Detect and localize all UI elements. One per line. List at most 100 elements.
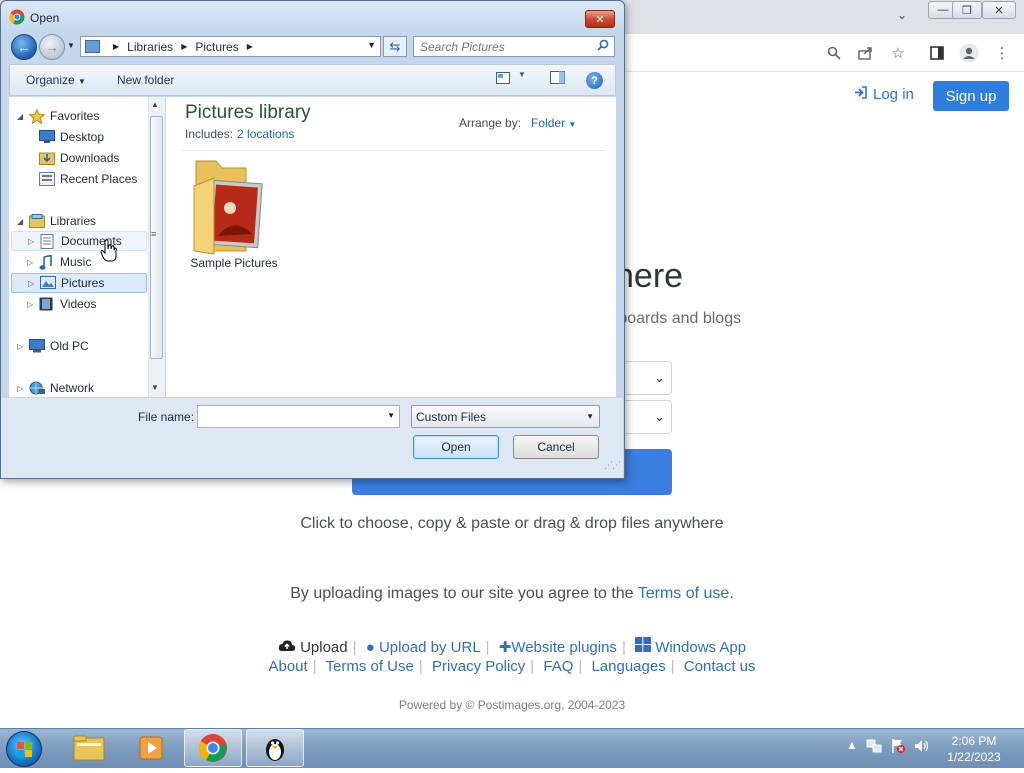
- login-link[interactable]: Log in: [854, 86, 914, 103]
- footer-languages[interactable]: Languages: [591, 658, 665, 675]
- puzzle-icon: ✚: [498, 639, 512, 656]
- organize-menu[interactable]: Organize ▼: [26, 73, 86, 87]
- file-name-combo[interactable]: ▼: [197, 405, 400, 428]
- footer-upload[interactable]: Upload: [300, 639, 348, 656]
- back-arrow-icon: ←: [17, 39, 31, 55]
- bookmark-star-icon[interactable]: ☆: [887, 42, 909, 64]
- includes-locations-link[interactable]: 2 locations: [237, 127, 294, 141]
- content-header-divider: [181, 150, 605, 151]
- restore-button[interactable]: ❐: [952, 1, 982, 19]
- breadcrumb-arrow-icon[interactable]: ▶: [113, 42, 119, 51]
- collapse-arrow-icon[interactable]: ◢: [17, 217, 27, 226]
- nav-recent-places[interactable]: Recent Places: [27, 169, 137, 189]
- file-name-label: File name:: [138, 410, 195, 424]
- expiration-select[interactable]: ⌄: [620, 361, 672, 395]
- footer-upload-by-url[interactable]: Upload by URL: [379, 639, 481, 656]
- nav-old-pc[interactable]: ▷ Old PC: [17, 336, 89, 356]
- expand-arrow-icon[interactable]: ▷: [27, 300, 37, 309]
- includes-label: Includes:: [185, 127, 234, 141]
- taskbar-chrome[interactable]: [184, 729, 242, 767]
- address-bar[interactable]: ▶ Libraries ▶ Pictures ▶ ▼: [80, 36, 381, 57]
- share-icon[interactable]: [855, 42, 877, 64]
- forward-button[interactable]: →: [39, 34, 65, 60]
- nav-pictures[interactable]: ▷ Pictures: [11, 273, 147, 293]
- breadcrumb-pictures[interactable]: Pictures: [195, 40, 238, 54]
- footer-about[interactable]: About: [268, 658, 307, 675]
- volume-icon[interactable]: [914, 738, 930, 757]
- footer-website-plugins[interactable]: Website plugins: [511, 639, 617, 656]
- resize-select[interactable]: ⌄: [620, 400, 672, 434]
- sample-pictures-label: Sample Pictures: [190, 256, 278, 270]
- expand-arrow-icon[interactable]: ▷: [28, 237, 38, 246]
- dialog-title-bar[interactable]: [1, 1, 624, 33]
- scroll-up-icon[interactable]: ▲: [151, 100, 159, 109]
- sample-pictures-folder[interactable]: [186, 156, 282, 272]
- footer-terms[interactable]: Terms of Use: [326, 658, 414, 675]
- expand-arrow-icon[interactable]: ▷: [27, 258, 37, 267]
- file-name-input[interactable]: [202, 409, 382, 424]
- file-type-select[interactable]: Custom Files ▼: [411, 405, 600, 428]
- back-button[interactable]: ←: [11, 34, 37, 60]
- profile-avatar-icon[interactable]: [958, 42, 980, 64]
- footer-windows-app[interactable]: Windows App: [655, 639, 746, 656]
- side-panel-icon[interactable]: [926, 42, 948, 64]
- computer-icon: [29, 339, 45, 353]
- scroll-down-icon[interactable]: ▼: [151, 383, 159, 392]
- arrange-value: Folder: [531, 116, 566, 130]
- nav-desktop[interactable]: Desktop: [27, 127, 104, 147]
- nav-downloads[interactable]: Downloads: [27, 148, 119, 168]
- footer-faq[interactable]: FAQ: [543, 658, 573, 675]
- chrome-icon: [198, 734, 227, 762]
- taskbar-explorer[interactable]: [60, 729, 118, 767]
- expand-arrow-icon[interactable]: ▷: [28, 279, 38, 288]
- search-box[interactable]: [413, 36, 615, 57]
- show-hidden-icons-arrow[interactable]: ▲: [846, 738, 858, 752]
- tab-search-chevron-icon[interactable]: ⌄: [897, 8, 907, 22]
- address-dropdown-icon[interactable]: ▼: [367, 40, 376, 50]
- breadcrumb-libraries[interactable]: Libraries: [127, 40, 173, 54]
- expand-arrow-icon[interactable]: ▷: [17, 384, 27, 393]
- arrange-by-dropdown[interactable]: Folder ▼: [531, 116, 576, 130]
- dialog-close-button[interactable]: ✕: [585, 10, 615, 28]
- nav-music[interactable]: ▷ Music: [27, 252, 91, 272]
- clock-time: 2:06 PM: [951, 734, 997, 748]
- signup-button[interactable]: Sign up: [933, 81, 1009, 111]
- nav-libraries[interactable]: ◢ Libraries: [17, 211, 96, 231]
- nav-documents[interactable]: ▷ Documents: [11, 231, 147, 251]
- taskbar-clock[interactable]: 2:06 PM 1/22/2023: [940, 733, 1008, 765]
- resize-grip-icon[interactable]: ⋰⋰: [604, 460, 621, 471]
- refresh-button[interactable]: ⇆: [383, 36, 407, 57]
- file-type-value: Custom Files: [416, 410, 487, 424]
- footer-contact[interactable]: Contact us: [684, 658, 756, 675]
- new-folder-button[interactable]: New folder: [117, 73, 174, 87]
- expand-arrow-icon[interactable]: ▷: [17, 342, 27, 351]
- nav-favorites[interactable]: ◢ Favorites: [17, 106, 99, 126]
- taskbar-media-player[interactable]: [122, 729, 180, 767]
- network-icon[interactable]: [866, 738, 882, 757]
- cancel-button[interactable]: Cancel: [513, 435, 599, 459]
- nav-network[interactable]: ▷ Network: [17, 378, 94, 398]
- window-close-button[interactable]: ✕: [982, 1, 1016, 19]
- terms-link[interactable]: Terms of use: [638, 585, 730, 602]
- nav-videos-label: Videos: [60, 297, 97, 311]
- open-button[interactable]: Open: [413, 435, 499, 459]
- chevron-down-icon[interactable]: ▼: [387, 411, 395, 420]
- breadcrumb-arrow-icon[interactable]: ▶: [181, 42, 187, 51]
- view-options-dropdown[interactable]: ▼: [518, 70, 526, 79]
- action-center-flag-icon[interactable]: [890, 738, 906, 757]
- collapse-arrow-icon[interactable]: ◢: [17, 112, 27, 121]
- taskbar-app-penguin[interactable]: [246, 729, 304, 767]
- search-input[interactable]: [420, 39, 590, 54]
- change-view-icon[interactable]: [496, 71, 510, 87]
- browser-menu-icon[interactable]: ⋮: [991, 42, 1013, 64]
- recent-places-icon: [39, 172, 55, 186]
- start-button[interactable]: [6, 731, 42, 767]
- recent-pages-dropdown[interactable]: ▼: [67, 41, 75, 50]
- footer-privacy[interactable]: Privacy Policy: [432, 658, 525, 675]
- globe-icon: ●: [365, 639, 375, 656]
- preview-pane-icon[interactable]: [550, 71, 565, 87]
- zoom-search-icon[interactable]: [823, 42, 845, 64]
- help-icon[interactable]: ?: [586, 72, 603, 89]
- breadcrumb-arrow-icon[interactable]: ▶: [247, 42, 253, 51]
- nav-videos[interactable]: ▷ Videos: [27, 294, 96, 314]
